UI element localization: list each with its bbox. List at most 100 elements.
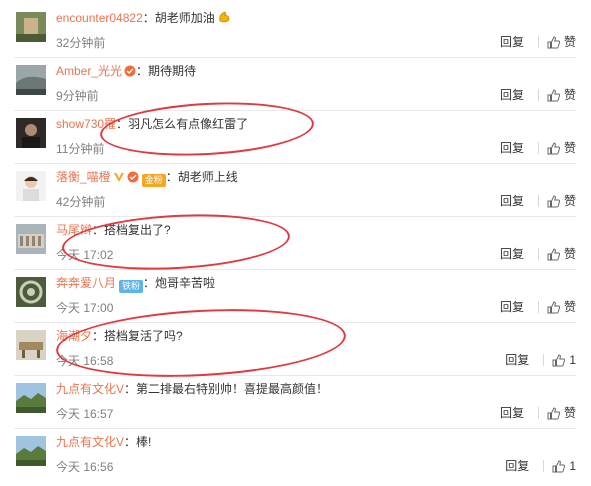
username-link[interactable]: 九点有文化V: [56, 382, 124, 396]
reply-button[interactable]: 回复: [505, 352, 529, 368]
like-count: 1: [569, 459, 576, 473]
reply-button[interactable]: 回复: [500, 193, 524, 209]
fan-badge: 铁粉: [119, 280, 144, 293]
like-button[interactable]: 赞: [547, 193, 576, 209]
username-link[interactable]: 海潮夕: [56, 329, 92, 343]
comment-item: 落衡_喵橙 金粉 ：胡老师上线 42分钟前 回复 赞: [14, 163, 576, 217]
like-button[interactable]: 赞: [547, 246, 576, 262]
avatar[interactable]: [16, 224, 46, 254]
username-link[interactable]: encounter04822: [56, 11, 143, 25]
comment-text: 胡老师上线: [177, 170, 238, 184]
divider: [537, 36, 539, 48]
avatar[interactable]: [16, 277, 46, 307]
thumbs-up-icon: [547, 406, 560, 419]
like-label: 赞: [563, 35, 576, 49]
comment-actions: 回复 赞: [500, 246, 576, 262]
like-button[interactable]: 赞: [547, 405, 576, 421]
separator: ：: [165, 170, 178, 184]
reply-button[interactable]: 回复: [500, 34, 524, 50]
like-button[interactable]: 1: [552, 458, 576, 474]
comment-text-line: 九点有文化V：棒!: [56, 433, 151, 451]
like-button[interactable]: 赞: [547, 34, 576, 50]
avatar-image: [16, 436, 46, 466]
avatar[interactable]: [16, 118, 46, 148]
thumbs-up-icon: [547, 194, 560, 207]
comment-text-line: show730罹：羽凡怎么有点像红雷了: [56, 115, 248, 133]
timestamp: 今天 17:00: [56, 301, 114, 315]
vip-badge-icon: [127, 170, 139, 183]
username-link[interactable]: Amber_光光: [56, 64, 122, 78]
comment-item: Amber_光光 ：期待期待 9分钟前 回复 赞: [14, 57, 576, 111]
comment-actions: 回复 赞: [500, 405, 576, 421]
like-button[interactable]: 赞: [547, 140, 576, 156]
thumbs-up-icon: [547, 300, 560, 313]
username-link[interactable]: 奔奔爱八月: [56, 276, 116, 290]
thumbs-up-icon: [547, 35, 560, 48]
reply-button[interactable]: 回复: [500, 299, 524, 315]
timestamp: 今天 17:02: [56, 248, 114, 262]
like-button[interactable]: 1: [552, 352, 576, 368]
separator: ：: [143, 276, 156, 290]
avatar[interactable]: [16, 12, 46, 42]
avatar-image: [16, 277, 46, 307]
like-label: 赞: [563, 141, 576, 155]
username-link[interactable]: show730罹: [56, 117, 116, 131]
like-label: 赞: [563, 406, 576, 420]
separator: ：: [124, 382, 137, 396]
comment-text: 羽凡怎么有点像红雷了: [128, 117, 249, 131]
comment-text-line: 马尾辫：搭档复出了?: [56, 221, 171, 239]
comment-text: 搭档复活了吗?: [104, 329, 183, 343]
reply-button[interactable]: 回复: [500, 246, 524, 262]
like-label: 赞: [563, 300, 576, 314]
separator: ：: [142, 11, 155, 25]
avatar[interactable]: [16, 171, 46, 201]
comment-text-line: Amber_光光 ：期待期待: [56, 62, 196, 80]
timestamp: 今天 16:58: [56, 354, 114, 368]
avatar[interactable]: [16, 330, 46, 360]
username-link[interactable]: 马尾辫: [56, 223, 92, 237]
comment-text-line: 九点有文化V：第二排最右特别帅！喜提最高颜值！: [56, 380, 328, 398]
separator: ：: [116, 117, 129, 131]
muscle-emoji-icon: [217, 10, 231, 29]
comment-actions: 回复 赞: [500, 87, 576, 103]
divider: [537, 248, 539, 260]
comment-item: 九点有文化V：第二排最右特别帅！喜提最高颜值！ 今天 16:57 回复 赞: [14, 375, 576, 429]
avatar[interactable]: [16, 383, 46, 413]
avatar-image: [16, 383, 46, 413]
avatar-image: [16, 224, 46, 254]
timestamp: 今天 16:57: [56, 407, 114, 421]
timestamp: 今天 16:56: [56, 460, 114, 474]
divider: [537, 195, 539, 207]
divider: [537, 142, 539, 154]
like-button[interactable]: 赞: [547, 87, 576, 103]
comment-text-line: 海潮夕：搭档复活了吗?: [56, 327, 183, 345]
reply-button[interactable]: 回复: [500, 405, 524, 421]
verified-v-icon: [113, 170, 125, 182]
avatar-image: [16, 12, 46, 42]
username-link[interactable]: 落衡_喵橙: [56, 170, 111, 184]
comment-item: 马尾辫：搭档复出了? 今天 17:02 回复 赞: [14, 216, 576, 270]
comment-text: 炮哥辛苦啦: [155, 276, 216, 290]
timestamp: 9分钟前: [56, 89, 99, 103]
thumbs-up-icon: [552, 459, 566, 472]
avatar-image: [16, 330, 46, 360]
comment-text: 搭档复出了?: [104, 223, 171, 237]
avatar[interactable]: [16, 65, 46, 95]
like-label: 赞: [563, 194, 576, 208]
thumbs-up-icon: [547, 141, 560, 154]
timestamp: 32分钟前: [56, 36, 106, 50]
thumbs-up-icon: [547, 247, 560, 260]
reply-button[interactable]: 回复: [500, 87, 524, 103]
thumbs-up-icon: [552, 353, 566, 366]
comment-text: 胡老师加油: [154, 11, 215, 25]
comment-actions: 回复 赞: [500, 34, 576, 50]
reply-button[interactable]: 回复: [500, 140, 524, 156]
timestamp: 11分钟前: [56, 142, 105, 156]
username-link[interactable]: 九点有文化V: [56, 435, 124, 449]
separator: ：: [124, 435, 137, 449]
avatar[interactable]: [16, 436, 46, 466]
reply-button[interactable]: 回复: [505, 458, 529, 474]
comment-item: 九点有文化V：棒! 今天 16:56 回复 1: [14, 428, 576, 481]
like-button[interactable]: 赞: [547, 299, 576, 315]
comment-actions: 回复 1: [505, 458, 576, 474]
